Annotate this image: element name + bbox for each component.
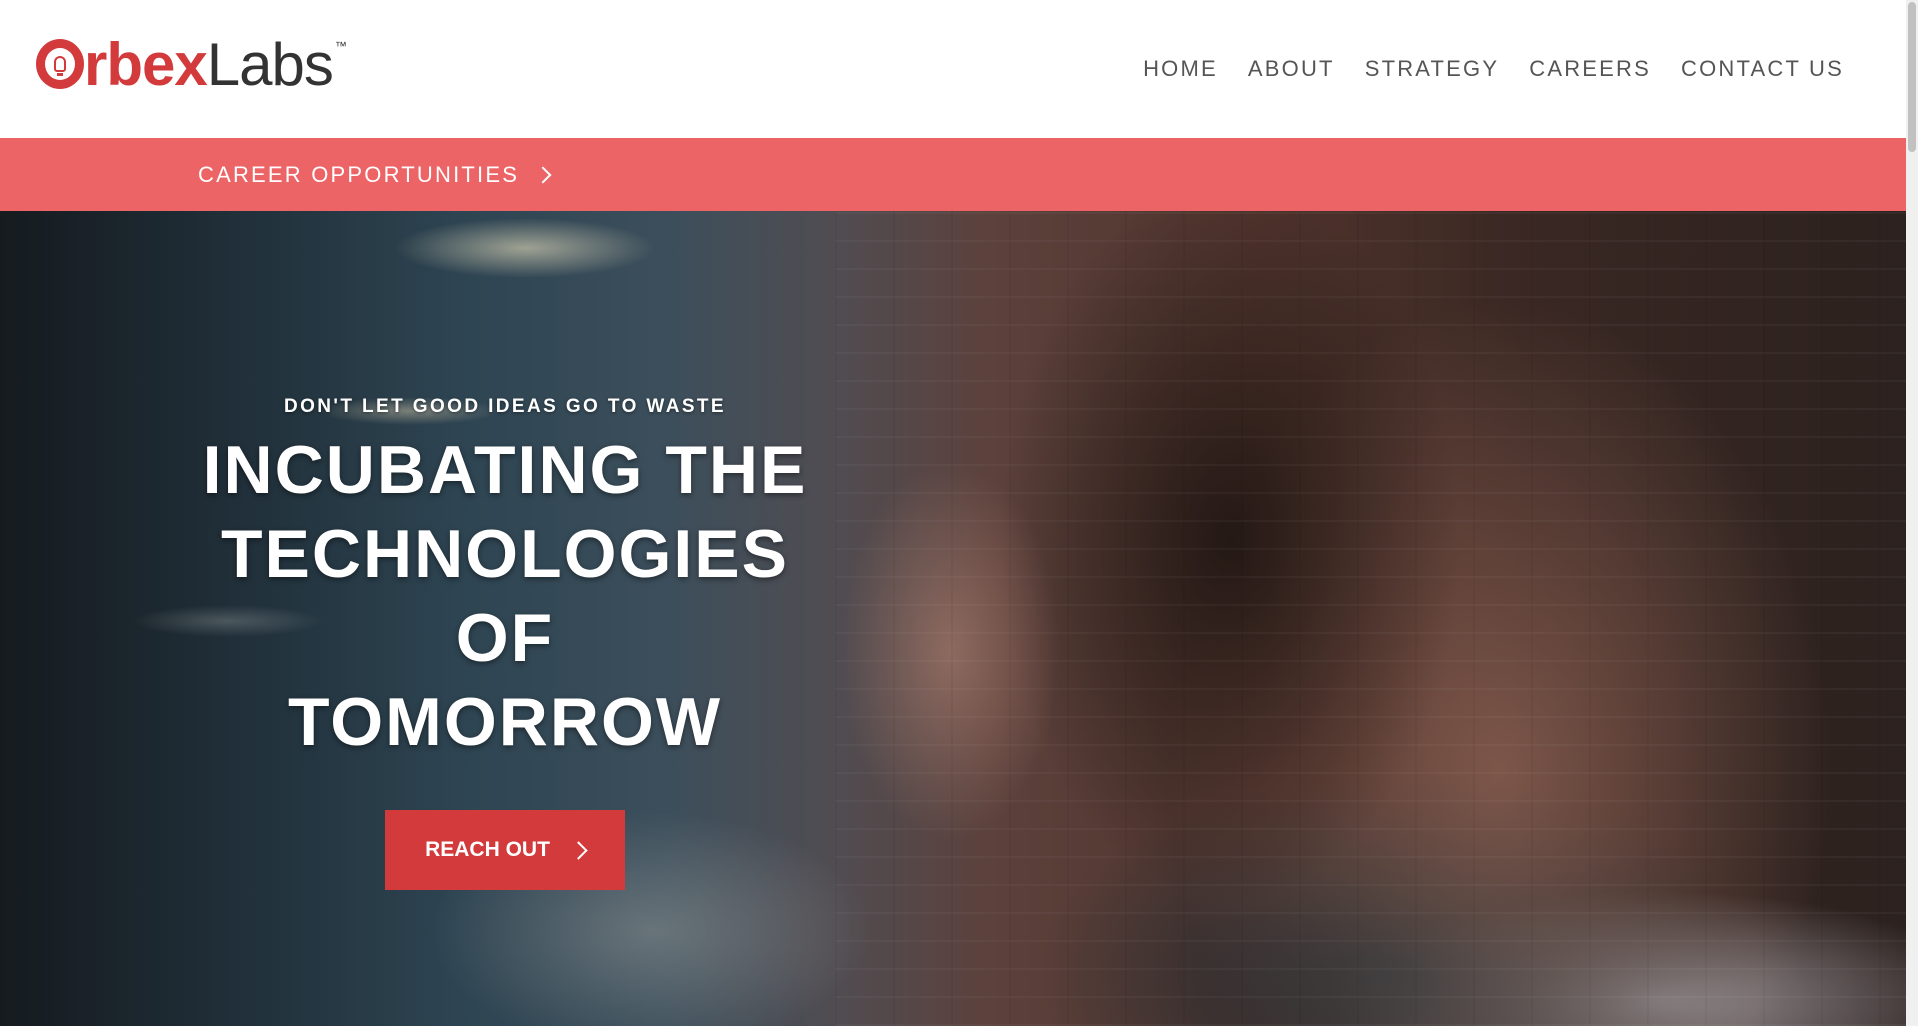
hero-headline-line-1: INCUBATING THE <box>202 432 808 508</box>
career-opportunities-banner: CAREER OPPORTUNITIES <box>0 138 1906 211</box>
career-opportunities-link[interactable]: CAREER OPPORTUNITIES <box>198 161 552 188</box>
nav-item-about[interactable]: ABOUT <box>1248 56 1335 82</box>
hero-headline-line-3: TOMORROW <box>287 684 723 760</box>
nav-item-home[interactable]: HOME <box>1143 56 1218 82</box>
reach-out-button[interactable]: REACH OUT <box>385 810 625 890</box>
site-header: rbex Labs ™ HOME ABOUT STRATEGY CAREERS … <box>0 0 1906 138</box>
logo-trademark: ™ <box>334 39 347 53</box>
logo-text-bold: rbex <box>84 31 208 98</box>
chevron-right-icon <box>534 166 552 183</box>
scrollbar-thumb[interactable] <box>1908 2 1916 152</box>
chevron-right-icon <box>569 840 588 860</box>
hero-section: DON'T LET GOOD IDEAS GO TO WASTE INCUBAT… <box>0 211 1906 1026</box>
hero-headline: INCUBATING THE TECHNOLOGIES OF TOMORROW <box>170 428 840 764</box>
nav-item-strategy[interactable]: STRATEGY <box>1365 56 1500 82</box>
logo-text-light: Labs <box>206 31 334 98</box>
orbexlabs-logo[interactable]: rbex Labs ™ <box>36 31 347 99</box>
hero-eyebrow: DON'T LET GOOD IDEAS GO TO WASTE <box>284 396 726 417</box>
main-nav: HOME ABOUT STRATEGY CAREERS CONTACT US <box>1143 56 1844 82</box>
page: rbex Labs ™ HOME ABOUT STRATEGY CAREERS … <box>0 0 1918 1026</box>
career-opportunities-label: CAREER OPPORTUNITIES <box>198 161 520 187</box>
page-scrollbar[interactable] <box>1906 0 1918 1026</box>
hero-headline-line-2: TECHNOLOGIES OF <box>220 516 790 676</box>
hero-content: DON'T LET GOOD IDEAS GO TO WASTE INCUBAT… <box>170 396 840 890</box>
nav-item-contact-us[interactable]: CONTACT US <box>1681 56 1844 82</box>
logo-lightbulb-o-icon <box>36 39 84 89</box>
reach-out-label: REACH OUT <box>425 838 550 861</box>
nav-item-careers[interactable]: CAREERS <box>1529 56 1651 82</box>
